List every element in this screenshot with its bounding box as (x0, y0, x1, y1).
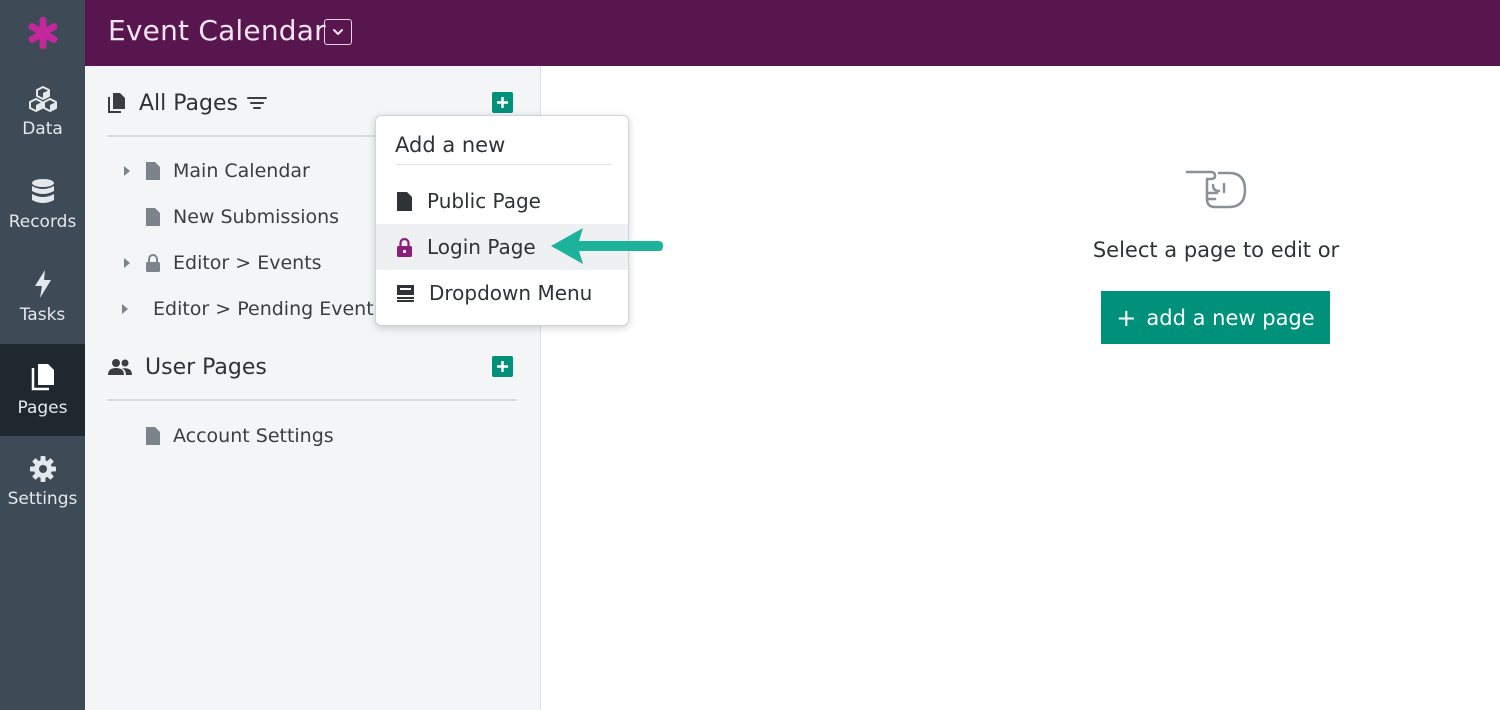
user-pages-title: User Pages (145, 354, 267, 380)
menu-item-label: Login Page (427, 235, 536, 259)
plus-icon (497, 97, 508, 108)
page-icon (146, 208, 160, 226)
pages-icon (31, 364, 54, 391)
nav-item-records[interactable]: Records (0, 159, 85, 251)
page-icon (146, 162, 160, 180)
menu-item-label: Public Page (427, 189, 541, 213)
tree-item-label: Account Settings (173, 425, 334, 447)
nav-label-settings: Settings (7, 489, 78, 509)
empty-state-text: Select a page to edit or (1092, 238, 1340, 262)
callout-arrow-icon (551, 228, 663, 264)
menu-item-dropdown-menu[interactable]: Dropdown Menu (376, 270, 628, 316)
add-page-dropdown: Add a new Public Page Login Page Dropdow… (375, 115, 629, 326)
add-new-page-button[interactable]: + add a new page (1101, 291, 1330, 344)
tree-item-main-calendar[interactable]: Main Calendar (121, 156, 310, 186)
all-pages-title: All Pages (139, 90, 238, 116)
filter-icon[interactable] (246, 95, 268, 111)
database-icon (31, 179, 54, 203)
tree-item-label: Editor > Events (173, 252, 322, 274)
tree-item-editor-pending-events[interactable]: Editor > Pending Events (121, 294, 374, 324)
pages-icon (108, 93, 125, 113)
nav-item-tasks[interactable]: Tasks (0, 251, 85, 343)
caret-right-icon[interactable] (121, 165, 133, 177)
users-icon (108, 359, 132, 375)
nav-label-records: Records (8, 212, 77, 232)
menu-item-public-page[interactable]: Public Page (376, 178, 628, 224)
nav-label-data: Data (22, 119, 63, 139)
tree-item-account-settings[interactable]: Account Settings (121, 421, 334, 451)
divider (107, 399, 517, 401)
plus-icon: + (1116, 303, 1137, 332)
plus-icon (497, 361, 508, 372)
nav-label-pages: Pages (17, 398, 68, 418)
pointing-hand-icon (1185, 170, 1247, 209)
nav-item-pages[interactable]: Pages (0, 344, 85, 436)
app-logo[interactable] (0, 0, 85, 66)
tree-item-new-submissions[interactable]: New Submissions (121, 202, 339, 232)
top-bar: Event Calendar (85, 0, 1500, 66)
add-new-page-label: add a new page (1146, 305, 1315, 330)
asterisk-logo-icon (27, 17, 58, 49)
page-icon (146, 427, 160, 445)
chevron-down-icon (333, 29, 343, 35)
add-page-button[interactable] (492, 92, 513, 113)
app-switcher-button[interactable] (324, 19, 352, 45)
menu-icon (397, 285, 414, 302)
app-title: Event Calendar (108, 14, 326, 47)
menu-item-label: Dropdown Menu (429, 281, 593, 305)
dropdown-title: Add a new (395, 133, 506, 157)
divider (395, 164, 611, 165)
main-nav: Data Records Tasks Pages Settings (0, 66, 85, 710)
page-icon (397, 191, 412, 211)
user-pages-header: User Pages (107, 347, 519, 387)
caret-right-icon[interactable] (121, 303, 129, 315)
lock-icon (146, 254, 160, 272)
add-user-page-button[interactable] (492, 356, 513, 377)
lightning-icon (34, 270, 51, 298)
lock-icon (397, 237, 412, 257)
nav-item-settings[interactable]: Settings (0, 436, 85, 528)
tree-item-label: New Submissions (173, 206, 340, 228)
nav-item-data[interactable]: Data (0, 66, 85, 158)
nav-label-tasks: Tasks (19, 305, 66, 325)
caret-right-icon[interactable] (121, 257, 133, 269)
tree-item-editor-events[interactable]: Editor > Events (121, 248, 322, 278)
tree-item-label: Editor > Pending Events (153, 298, 374, 320)
gear-icon (29, 456, 56, 482)
tree-item-label: Main Calendar (173, 160, 310, 182)
cubes-icon (28, 86, 57, 112)
